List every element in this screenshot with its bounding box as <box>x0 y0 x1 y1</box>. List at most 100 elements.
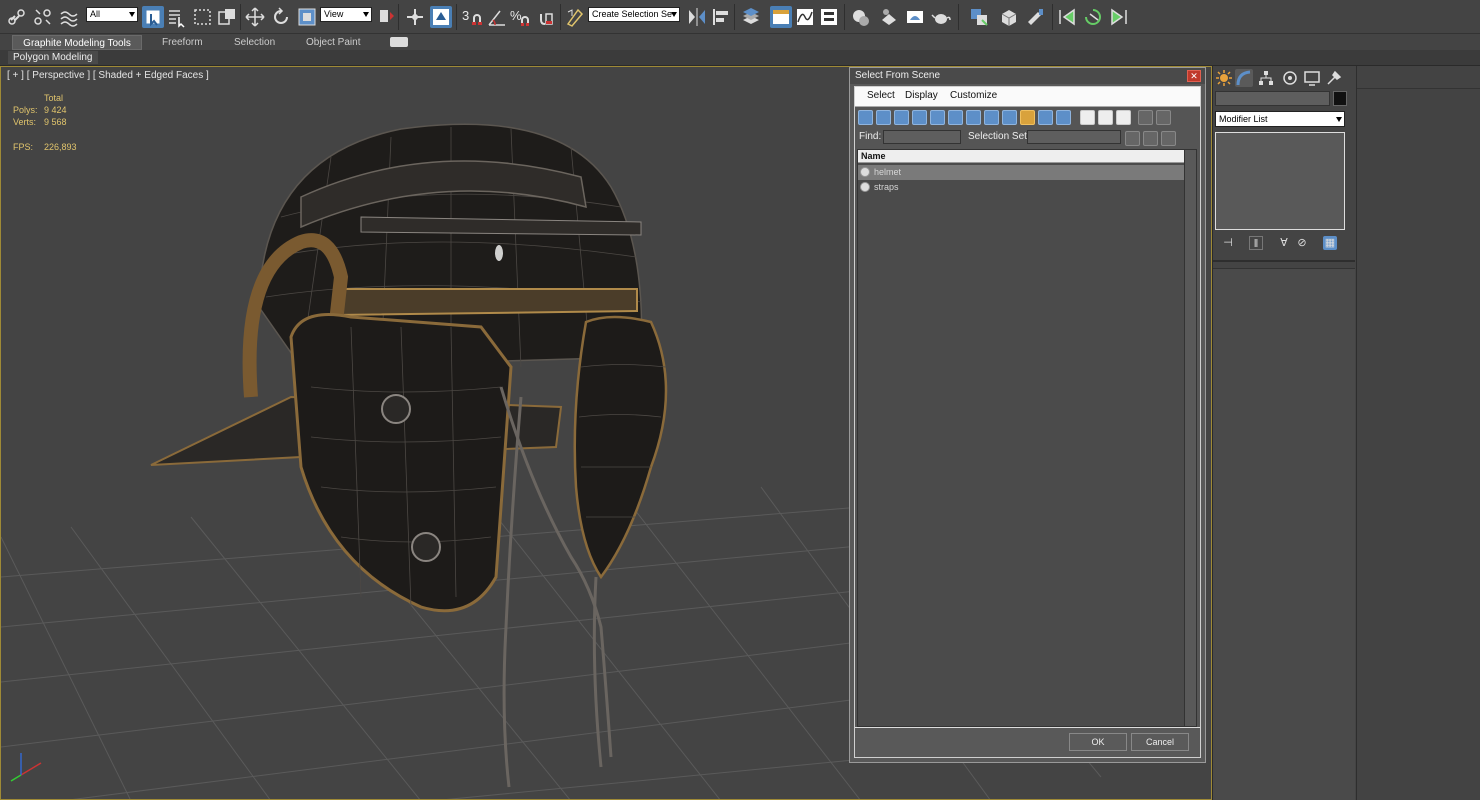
angle-snap-icon[interactable] <box>486 6 508 28</box>
xref-objects-icon[interactable] <box>998 6 1020 28</box>
filter-groups-icon[interactable] <box>966 110 981 125</box>
list-column-header[interactable]: Name <box>858 150 1196 163</box>
window-crossing-icon[interactable] <box>216 6 238 28</box>
spinner-snap-icon[interactable] <box>536 6 558 28</box>
selection-set-dropdown[interactable] <box>1027 130 1121 144</box>
selection-set-remove-icon[interactable] <box>1143 131 1158 146</box>
command-panel: Modifier List ⊣ ‖ ∀ ⊘ ▦ <box>1212 66 1356 800</box>
select-by-name-icon[interactable] <box>166 6 188 28</box>
material-editor-icon[interactable] <box>850 6 872 28</box>
motion-icon[interactable] <box>1281 69 1299 87</box>
menu-display[interactable]: Display <box>905 90 938 101</box>
tab-object-paint[interactable]: Object Paint <box>296 35 370 50</box>
filter-containers-icon[interactable] <box>1020 110 1035 125</box>
viewport-label[interactable]: [ + ] [ Perspective ] [ Shaded + Edged F… <box>7 70 209 81</box>
tab-graphite-modeling-tools[interactable]: Graphite Modeling Tools <box>12 35 142 50</box>
rotate-icon[interactable] <box>270 6 292 28</box>
select-object-icon[interactable] <box>142 6 164 28</box>
chevron-down-icon <box>1336 117 1342 122</box>
graphite-toggle-icon[interactable] <box>770 6 792 28</box>
tab-freeform[interactable]: Freeform <box>152 35 213 50</box>
filter-xrefs-icon[interactable] <box>984 110 999 125</box>
menu-customize[interactable]: Customize <box>950 90 997 101</box>
dialog-title-bar[interactable]: Select From Scene ✕ <box>850 68 1205 84</box>
object-color-swatch[interactable] <box>1333 91 1347 106</box>
ribbon-options-icon[interactable] <box>390 37 408 47</box>
selection-set-edit-icon[interactable] <box>1161 131 1176 146</box>
keyboard-shortcut-icon[interactable] <box>430 6 452 28</box>
list-item[interactable]: helmet <box>858 165 1186 180</box>
close-icon[interactable]: ✕ <box>1187 70 1201 82</box>
snaps-toggle-icon[interactable] <box>466 6 488 28</box>
utilities-icon[interactable] <box>1325 69 1343 87</box>
hierarchy-icon[interactable] <box>1257 69 1275 87</box>
percent-snap-icon[interactable] <box>512 6 534 28</box>
schematic-view-icon[interactable] <box>818 6 840 28</box>
anim-key-next-icon[interactable] <box>1108 6 1130 28</box>
object-name-field[interactable] <box>1215 91 1330 106</box>
configure-modifier-sets-icon[interactable]: ▦ <box>1323 236 1337 250</box>
filter-helpers-icon[interactable] <box>930 110 945 125</box>
reference-coord-dropdown[interactable]: View <box>320 7 372 22</box>
ribbon-tab-bar: Graphite Modeling Tools Freeform Selecti… <box>0 34 1480 50</box>
display-all-icon[interactable] <box>1080 110 1095 125</box>
remove-modifier-icon[interactable]: ⊘ <box>1295 236 1309 250</box>
list-scrollbar[interactable] <box>1184 150 1196 726</box>
viewport-layout-icon[interactable] <box>968 6 990 28</box>
display-none-icon[interactable] <box>1098 110 1113 125</box>
edit-named-selection-icon[interactable] <box>564 6 586 28</box>
select-manipulate-icon[interactable] <box>404 6 426 28</box>
curve-editor-icon[interactable] <box>794 6 816 28</box>
pin-stack-icon[interactable]: ⊣ <box>1221 236 1235 250</box>
modifier-stack[interactable] <box>1215 132 1345 230</box>
filter-shapes-icon[interactable] <box>876 110 891 125</box>
display-invert-icon[interactable] <box>1116 110 1131 125</box>
modifier-list-dropdown[interactable]: Modifier List <box>1215 111 1345 127</box>
named-selection-value: Create Selection Se <box>592 9 673 19</box>
unlink-icon[interactable] <box>32 6 54 28</box>
teapot-icon[interactable] <box>930 6 952 28</box>
align-icon[interactable] <box>710 6 732 28</box>
parameters-rollout-area[interactable] <box>1213 268 1355 800</box>
list-item[interactable]: straps <box>858 180 1186 195</box>
rendered-frame-icon[interactable] <box>904 6 926 28</box>
create-icon[interactable] <box>1215 69 1233 87</box>
ok-button[interactable]: OK <box>1069 733 1127 751</box>
bind-spacewarp-icon[interactable] <box>58 6 80 28</box>
menu-select[interactable]: Select <box>867 90 895 101</box>
brush-icon[interactable] <box>1024 6 1046 28</box>
polygon-modeling-panel[interactable]: Polygon Modeling <box>8 51 98 64</box>
display-icon[interactable] <box>1303 69 1321 87</box>
move-icon[interactable] <box>244 6 266 28</box>
filter-geometry-icon[interactable] <box>858 110 873 125</box>
selection-filter-dropdown[interactable]: All <box>86 7 138 22</box>
pivot-center-icon[interactable] <box>376 6 398 28</box>
rect-region-icon[interactable] <box>192 6 214 28</box>
filter-funnel-icon[interactable] <box>1138 110 1153 125</box>
filter-frozen-icon[interactable] <box>1038 110 1053 125</box>
hierarchy-view-icon[interactable] <box>1156 110 1171 125</box>
filter-cameras-icon[interactable] <box>912 110 927 125</box>
link-icon[interactable] <box>6 6 28 28</box>
filter-bones-icon[interactable] <box>1002 110 1017 125</box>
render-setup-icon[interactable] <box>878 6 900 28</box>
modify-icon[interactable] <box>1235 69 1253 87</box>
tab-selection[interactable]: Selection <box>224 35 285 50</box>
anim-key-cycle-icon[interactable] <box>1082 6 1104 28</box>
filter-spacewarps-icon[interactable] <box>948 110 963 125</box>
selection-set-add-icon[interactable] <box>1125 131 1140 146</box>
anim-key-prev-icon[interactable] <box>1056 6 1078 28</box>
selection-filter-value: All <box>90 9 101 19</box>
show-end-result-icon[interactable]: ‖ <box>1249 236 1263 250</box>
layer-manager-icon[interactable] <box>740 6 762 28</box>
make-unique-icon[interactable]: ∀ <box>1277 236 1291 250</box>
select-from-scene-dialog: Select From Scene ✕ Select Display Custo… <box>849 67 1206 763</box>
mirror-icon[interactable] <box>686 6 708 28</box>
named-selection-input[interactable]: Create Selection Se <box>588 7 680 22</box>
stats-fps-value: 226,893 <box>44 142 77 152</box>
cancel-button[interactable]: Cancel <box>1131 733 1189 751</box>
filter-hidden-icon[interactable] <box>1056 110 1071 125</box>
filter-lights-icon[interactable] <box>894 110 909 125</box>
scale-icon[interactable] <box>296 6 318 28</box>
find-input[interactable] <box>883 130 961 144</box>
